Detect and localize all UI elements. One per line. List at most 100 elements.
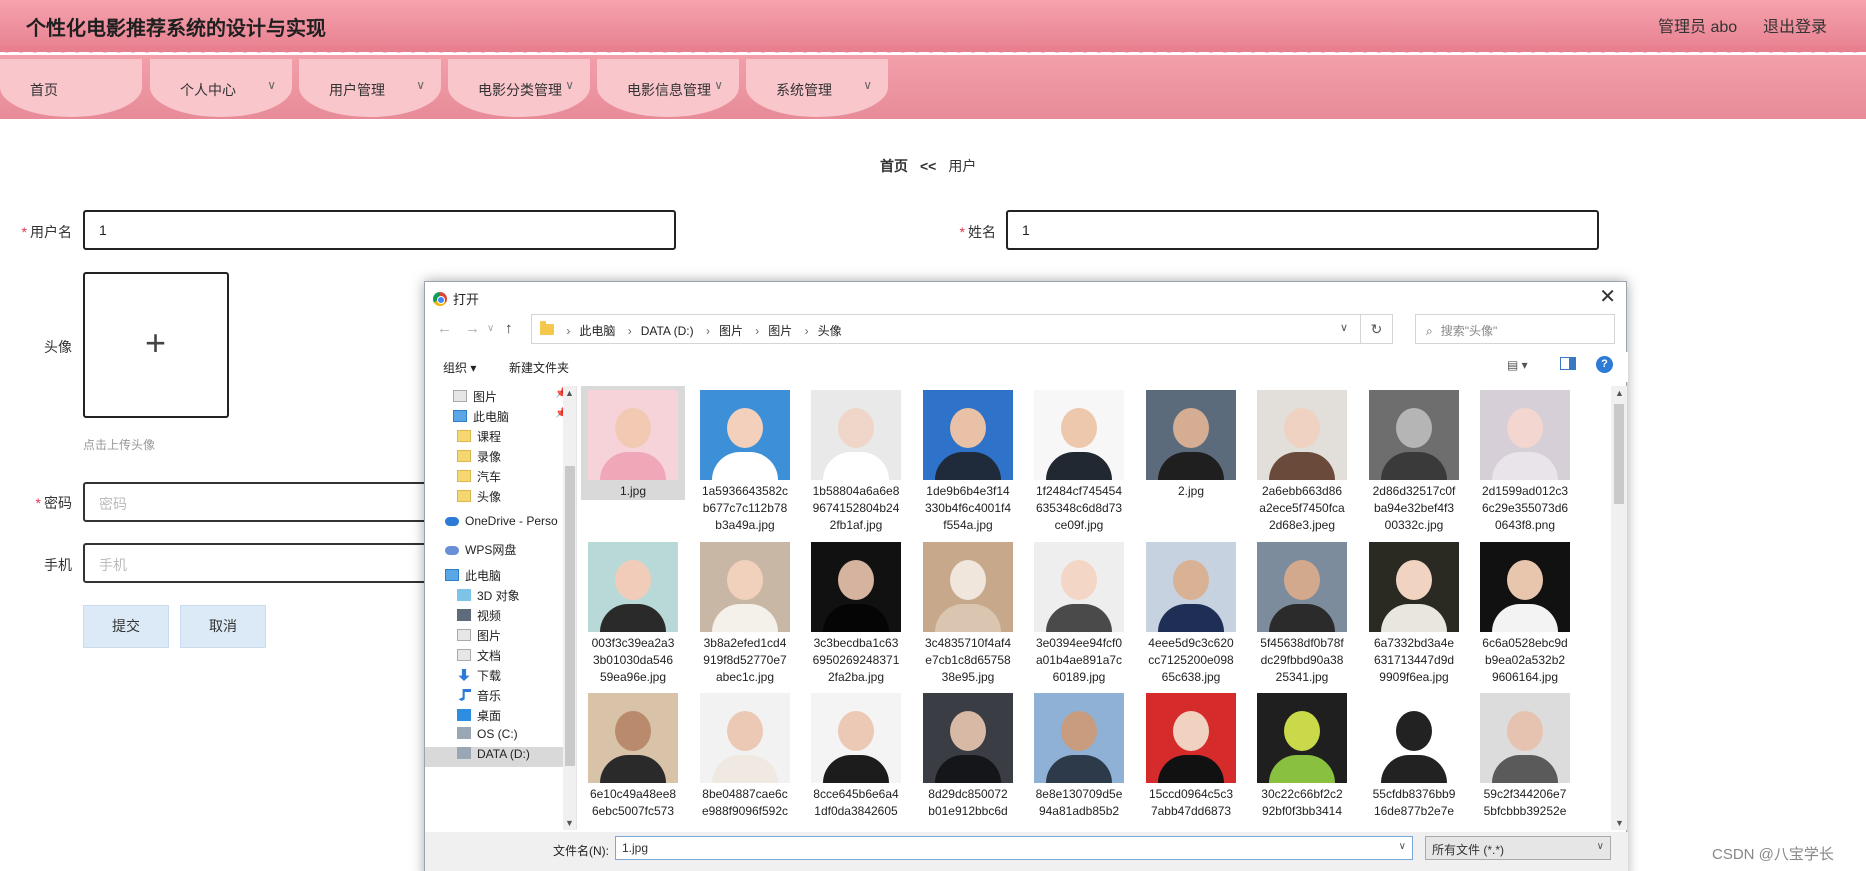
file-item[interactable]: 1.jpg (581, 386, 685, 500)
file-item[interactable]: 5f45638df0b78f dc29fbbd90a38 25341.jpg (1250, 538, 1354, 686)
sidebar-item-label: 头像 (477, 490, 502, 504)
file-item[interactable]: 2a6ebb663d86 a2ece5f7450fca 2d68e3.jpeg (1250, 386, 1354, 534)
organize-menu[interactable]: 组织 ▾ (443, 359, 476, 376)
sidebar-item[interactable]: 课程 (457, 428, 501, 448)
file-name: 1a5936643582c (701, 484, 789, 498)
cancel-button[interactable]: 取消 (180, 605, 266, 648)
folder-icon (457, 450, 471, 462)
path-segment[interactable]: 图片 (719, 324, 743, 338)
file-item[interactable]: 30c22c66bf2c2 92bf0f3bb3414 (1250, 689, 1354, 820)
file-name: 8be04887cae6c (702, 787, 788, 801)
file-item[interactable]: 2.jpg (1139, 386, 1243, 500)
nav-tab-movies[interactable]: 电影信息管理 ∨ (597, 59, 739, 117)
sidebar-item[interactable]: 此电脑 📌 (453, 408, 567, 428)
filename-input[interactable]: 1.jpg ∨ (615, 836, 1413, 860)
file-name: 30c22c66bf2c2 (1261, 787, 1343, 801)
file-item[interactable]: 8e8e130709d5e 94a81adb85b2 (1027, 689, 1131, 820)
path-segment[interactable]: 此电脑 (579, 324, 615, 338)
file-item[interactable]: 3b8a2efed1cd4 919f8d52770e7 abec1c.jpg (693, 538, 797, 686)
file-item[interactable]: 55cfdb8376bb9 16de877b2e7e (1362, 689, 1466, 820)
nav-tab-personal[interactable]: 个人中心 ∨ (150, 59, 292, 117)
path-segment[interactable]: DATA (D:) (641, 324, 694, 338)
sidebar-item[interactable]: 音乐 (457, 687, 501, 707)
sidebar-item[interactable]: 图片 📌 (453, 388, 567, 408)
file-list-scrollbar[interactable]: ▲ ▼ (1611, 386, 1627, 830)
file-item[interactable]: 59c2f344206e7 5bfcbbb39252e (1473, 689, 1577, 820)
admin-user-label: 管理员 abo (1658, 19, 1738, 36)
preview-pane-icon[interactable] (1560, 357, 1576, 370)
address-bar[interactable]: › 此电脑 › DATA (D:) › 图片 › 图片 › 头像 ∨ ↻ (531, 314, 1393, 344)
sidebar-item[interactable]: DATA (D:) (425, 747, 563, 767)
refresh-icon[interactable]: ↻ (1360, 315, 1392, 343)
file-thumbnail (1257, 693, 1347, 783)
file-item[interactable]: 2d1599ad012c3 6c29e355073d6 0643f8.png (1473, 386, 1577, 534)
sidebar-item-label: 下载 (477, 669, 502, 683)
sidebar-item[interactable]: 桌面 (457, 707, 501, 727)
sidebar-item[interactable]: 文档 (457, 647, 501, 667)
sidebar-item[interactable]: 头像 (457, 488, 501, 508)
username-input[interactable]: 1 (83, 210, 676, 250)
recent-dropdown-icon[interactable]: ∨ (487, 323, 494, 334)
sidebar-item[interactable]: 录像 (457, 448, 501, 468)
nav-tab-home[interactable]: 首页 (0, 59, 142, 117)
back-arrow-icon[interactable]: ← (437, 320, 452, 337)
breadcrumb: 首页 << 用户 (880, 156, 976, 176)
chevron-down-icon[interactable]: ∨ (1399, 841, 1406, 852)
navigation-scrollbar[interactable]: ▲ ▼ (563, 386, 576, 830)
file-thumbnail (811, 542, 901, 632)
avatar-upload-box[interactable]: + (83, 272, 229, 418)
search-input[interactable]: ⌕ 搜索"头像" (1415, 314, 1615, 344)
sidebar-item[interactable]: 视频 (457, 607, 501, 627)
file-type-select[interactable]: 所有文件 (*.*) ∨ (1425, 836, 1611, 860)
file-item[interactable]: 15ccd0964c5c3 7abb47dd6873 (1139, 689, 1243, 820)
file-item[interactable]: 8cce645b6e6a4 1df0da3842605 (804, 689, 908, 820)
dialog-title: 打开 (453, 292, 480, 307)
name-input[interactable]: 1 (1006, 210, 1599, 250)
close-icon[interactable]: ✕ (1599, 284, 1616, 309)
view-options-icon[interactable]: ▤ ▾ (1507, 358, 1528, 372)
logout-link[interactable]: 退出登录 (1763, 13, 1827, 37)
sidebar-item[interactable]: 下载 (457, 667, 501, 687)
sidebar-item[interactable]: OneDrive - Perso (445, 514, 558, 534)
submit-button[interactable]: 提交 (83, 605, 169, 648)
file-item[interactable]: 3c3becdba1c63 6950269248371 2fa2ba.jpg (804, 538, 908, 686)
file-item[interactable]: 8d29dc850072 b01e912bbc6d (916, 689, 1020, 820)
folder-icon (457, 430, 471, 442)
sidebar-item[interactable]: 图片 (457, 627, 501, 647)
file-name: 3c3becdba1c63 (813, 636, 899, 650)
chevron-down-icon[interactable]: ∨ (1340, 321, 1348, 334)
forward-arrow-icon[interactable]: → (465, 320, 480, 337)
new-folder-button[interactable]: 新建文件夹 (509, 359, 569, 376)
file-item[interactable]: 3e0394ee94fcf0 a01b4ae891a7c 60189.jpg (1027, 538, 1131, 686)
file-item[interactable]: 1de9b6b4e3f14 330b4f6c4001f4 f554a.jpg (916, 386, 1020, 534)
file-name: 7abb47dd6873 (1150, 804, 1232, 818)
sidebar-item[interactable]: 汽车 (457, 468, 501, 488)
nav-tab-system[interactable]: 系统管理 ∨ (746, 59, 888, 117)
file-item[interactable]: 6a7332bd3a4e 631713447d9d 9909f6ea.jpg (1362, 538, 1466, 686)
file-name: b3a49a.jpg (715, 518, 775, 532)
help-icon[interactable]: ? (1596, 356, 1613, 373)
up-arrow-icon[interactable]: ↑ (505, 320, 513, 337)
path-segment[interactable]: 图片 (768, 324, 792, 338)
file-thumbnail (923, 693, 1013, 783)
sidebar-item[interactable]: WPS网盘 (445, 541, 516, 561)
file-item[interactable]: 2d86d32517c0f ba94e32bef4f3 00332c.jpg (1362, 386, 1466, 534)
file-thumbnail (1034, 693, 1124, 783)
file-item[interactable]: 6e10c49a48ee8 6ebc5007fc573 (581, 689, 685, 820)
nav-tab-users[interactable]: 用户管理 ∨ (299, 59, 441, 117)
breadcrumb-home[interactable]: 首页 (880, 158, 908, 174)
sidebar-item[interactable]: 3D 对象 (457, 587, 520, 607)
nav-tab-categories[interactable]: 电影分类管理 ∨ (448, 59, 590, 117)
sidebar-item[interactable]: OS (C:) (457, 727, 518, 747)
file-name: a01b4ae891a7c (1035, 653, 1123, 667)
file-item[interactable]: 1a5936643582c b677c7c112b78 b3a49a.jpg (693, 386, 797, 534)
file-item[interactable]: 6c6a0528ebc9d b9ea02a532b2 9606164.jpg (1473, 538, 1577, 686)
path-segment[interactable]: 头像 (818, 324, 842, 338)
file-item[interactable]: 8be04887cae6c e988f9096f592c (693, 689, 797, 820)
file-item[interactable]: 1f2484cf745454 635348c6d8d73 ce09f.jpg (1027, 386, 1131, 534)
file-item[interactable]: 003f3c39ea2a3 3b01030da546 59ea96e.jpg (581, 538, 685, 686)
file-item[interactable]: 1b58804a6a6e8 9674152804b24 2fb1af.jpg (804, 386, 908, 534)
sidebar-item[interactable]: 此电脑 (445, 567, 501, 587)
file-item[interactable]: 4eee5d9c3c620 cc7125200e098 65c638.jpg (1139, 538, 1243, 686)
file-item[interactable]: 3c4835710f4af4 e7cb1c8d65758 38e95.jpg (916, 538, 1020, 686)
